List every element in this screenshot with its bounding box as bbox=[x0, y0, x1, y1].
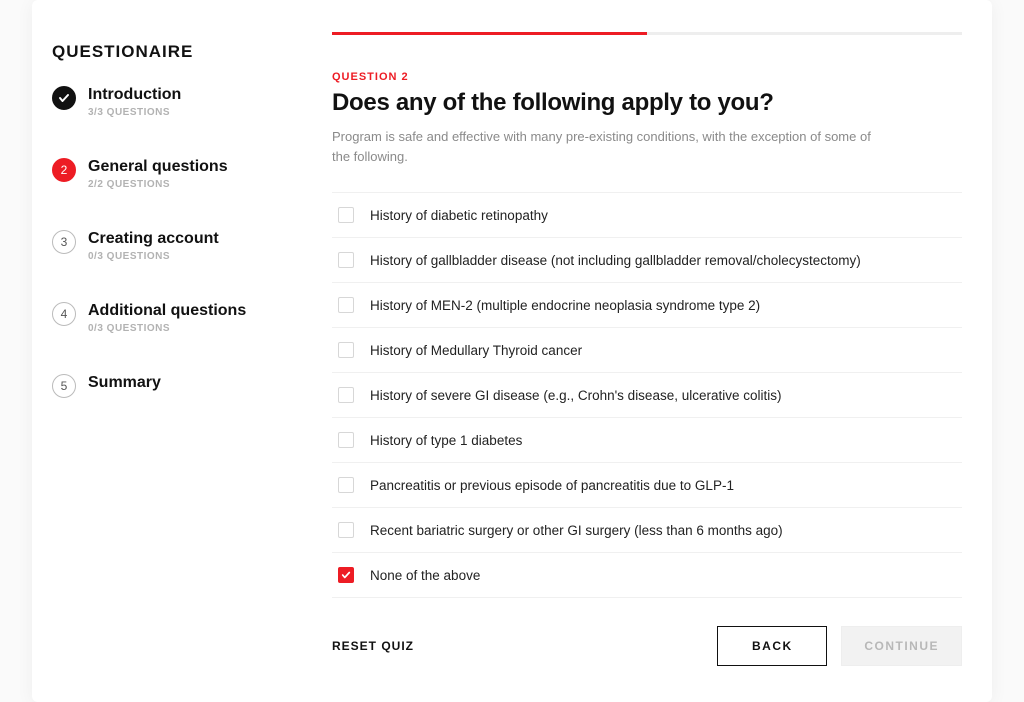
option-checkbox[interactable] bbox=[338, 432, 354, 448]
back-button[interactable]: BACK bbox=[717, 626, 827, 666]
step-subtext: 3/3 QUESTIONS bbox=[88, 107, 181, 118]
step-number-badge: 5 bbox=[52, 374, 76, 398]
sidebar-title: QUESTIONAIRE bbox=[52, 42, 292, 62]
option-label: History of Medullary Thyroid cancer bbox=[370, 343, 582, 358]
progress-track bbox=[332, 32, 962, 35]
check-icon bbox=[52, 86, 76, 110]
step-label: Additional questions bbox=[88, 302, 246, 320]
option-row[interactable]: History of gallbladder disease (not incl… bbox=[332, 238, 962, 283]
option-checkbox[interactable] bbox=[338, 387, 354, 403]
option-row[interactable]: Pancreatitis or previous episode of panc… bbox=[332, 463, 962, 508]
option-checkbox[interactable] bbox=[338, 522, 354, 538]
sidebar-step[interactable]: 4 Additional questions 0/3 QUESTIONS bbox=[52, 302, 292, 334]
option-checkbox[interactable] bbox=[338, 207, 354, 223]
questionnaire-card: QUESTIONAIRE Introduction 3/3 QUESTIONS 2G… bbox=[32, 0, 992, 702]
step-label: Introduction bbox=[88, 86, 181, 104]
options-list: History of diabetic retinopathy History o… bbox=[332, 192, 962, 598]
option-row[interactable]: History of MEN-2 (multiple endocrine neo… bbox=[332, 283, 962, 328]
option-label: None of the above bbox=[370, 568, 480, 583]
option-row[interactable]: History of diabetic retinopathy bbox=[332, 193, 962, 238]
main-panel: QUESTION 2 Does any of the following app… bbox=[302, 0, 992, 702]
option-checkbox[interactable] bbox=[338, 342, 354, 358]
step-number-badge: 2 bbox=[52, 158, 76, 182]
option-label: History of type 1 diabetes bbox=[370, 433, 522, 448]
option-checkbox[interactable] bbox=[338, 567, 354, 583]
option-row[interactable]: History of severe GI disease (e.g., Croh… bbox=[332, 373, 962, 418]
option-label: Recent bariatric surgery or other GI sur… bbox=[370, 523, 783, 538]
sidebar: QUESTIONAIRE Introduction 3/3 QUESTIONS 2G… bbox=[32, 0, 302, 702]
option-label: History of gallbladder disease (not incl… bbox=[370, 253, 861, 268]
option-label: History of diabetic retinopathy bbox=[370, 208, 548, 223]
question-description: Program is safe and effective with many … bbox=[332, 127, 892, 166]
sidebar-step[interactable]: 2 General questions 2/2 QUESTIONS bbox=[52, 158, 292, 190]
sidebar-step[interactable]: 3 Creating account 0/3 QUESTIONS bbox=[52, 230, 292, 262]
step-subtext: 0/3 QUESTIONS bbox=[88, 251, 219, 262]
question-number-label: QUESTION 2 bbox=[332, 71, 962, 83]
reset-quiz-link[interactable]: RESET QUIZ bbox=[332, 639, 414, 653]
option-row[interactable]: None of the above bbox=[332, 553, 962, 598]
sidebar-step[interactable]: Introduction 3/3 QUESTIONS bbox=[52, 86, 292, 118]
footer-bar: RESET QUIZ BACK CONTINUE bbox=[332, 626, 962, 666]
step-number-badge: 4 bbox=[52, 302, 76, 326]
step-subtext: 2/2 QUESTIONS bbox=[88, 179, 228, 190]
option-row[interactable]: Recent bariatric surgery or other GI sur… bbox=[332, 508, 962, 553]
option-row[interactable]: History of Medullary Thyroid cancer bbox=[332, 328, 962, 373]
step-number-badge: 3 bbox=[52, 230, 76, 254]
option-label: Pancreatitis or previous episode of panc… bbox=[370, 478, 734, 493]
option-row[interactable]: History of type 1 diabetes bbox=[332, 418, 962, 463]
step-label: Creating account bbox=[88, 230, 219, 248]
continue-button[interactable]: CONTINUE bbox=[841, 626, 962, 666]
option-checkbox[interactable] bbox=[338, 477, 354, 493]
step-label: Summary bbox=[88, 374, 161, 392]
option-label: History of severe GI disease (e.g., Croh… bbox=[370, 388, 782, 403]
sidebar-step[interactable]: 5 Summary bbox=[52, 374, 292, 398]
progress-fill bbox=[332, 32, 647, 35]
step-label: General questions bbox=[88, 158, 228, 176]
option-checkbox[interactable] bbox=[338, 297, 354, 313]
step-subtext: 0/3 QUESTIONS bbox=[88, 323, 246, 334]
question-title: Does any of the following apply to you? bbox=[332, 89, 962, 117]
option-label: History of MEN-2 (multiple endocrine neo… bbox=[370, 298, 760, 313]
option-checkbox[interactable] bbox=[338, 252, 354, 268]
